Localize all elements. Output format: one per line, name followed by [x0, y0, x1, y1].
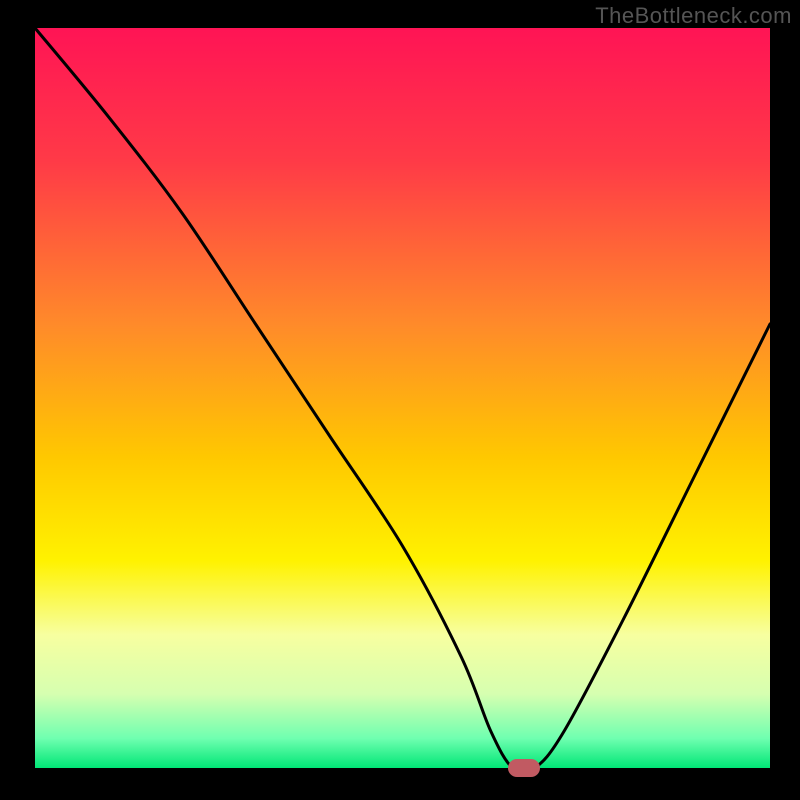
selected-point-marker [508, 759, 540, 777]
curve-path [35, 28, 770, 773]
chart-frame: TheBottleneck.com [0, 0, 800, 800]
watermark-text: TheBottleneck.com [595, 3, 792, 29]
bottleneck-curve [35, 28, 770, 768]
plot-area [35, 28, 770, 768]
